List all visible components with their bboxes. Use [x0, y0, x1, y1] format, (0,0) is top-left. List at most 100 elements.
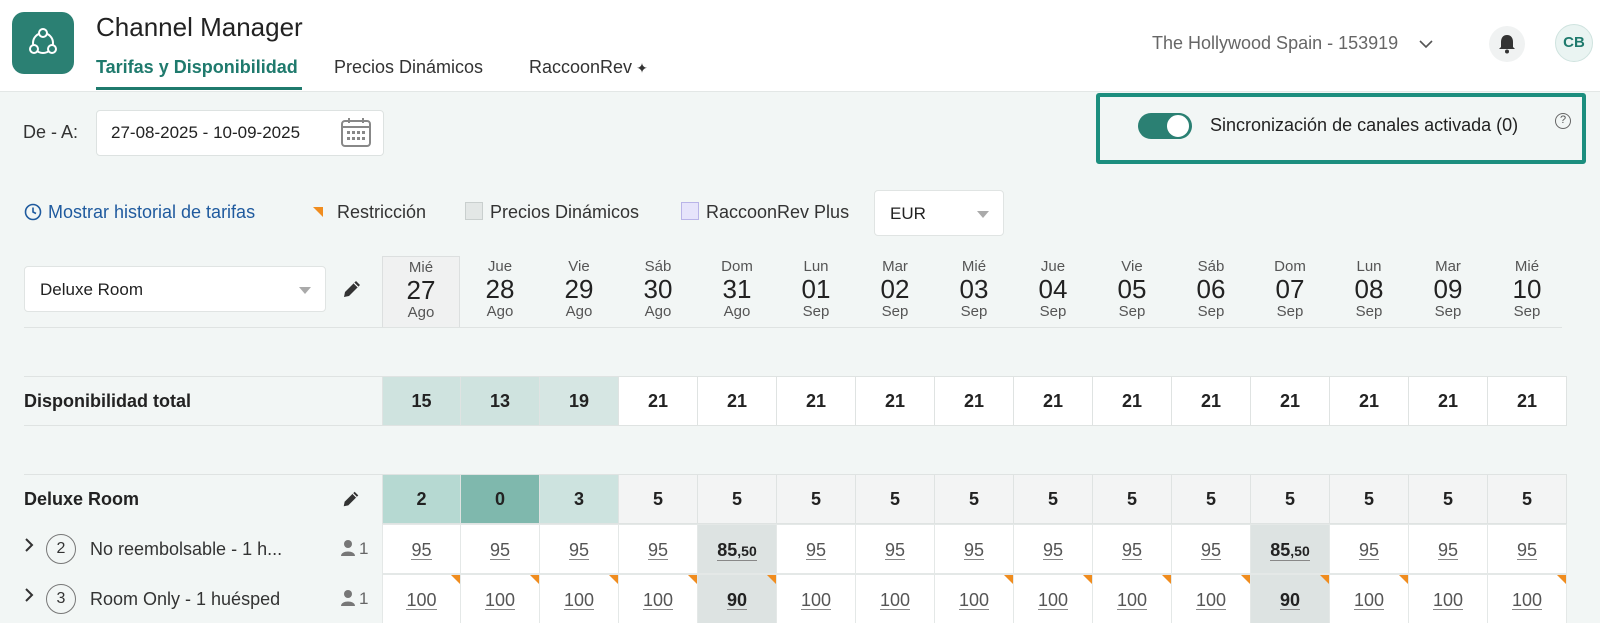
divider	[24, 474, 382, 475]
room-availability-cell[interactable]: 5	[698, 474, 777, 524]
restriction-marker-icon	[313, 207, 323, 217]
day-of-week: Mié	[961, 258, 987, 275]
month-abbr: Sep	[1276, 303, 1304, 320]
rate-price-cell[interactable]: 85,50	[698, 524, 777, 574]
day-of-week: Jue	[1040, 258, 1066, 275]
rate-price-cell[interactable]: 95	[777, 524, 856, 574]
room-type-select[interactable]: Deluxe Room	[24, 266, 326, 312]
tab-tarifas[interactable]: Tarifas y Disponibilidad	[96, 57, 298, 78]
room-availability-cell[interactable]: 5	[1409, 474, 1488, 524]
room-availability-cell[interactable]: 5	[1330, 474, 1409, 524]
restriction-marker-icon	[1004, 575, 1013, 584]
month-abbr: Sep	[881, 303, 909, 320]
tab-raccoonrev-label: RaccoonRev	[529, 57, 633, 77]
availability-cell[interactable]: 21	[1251, 376, 1330, 426]
rate-price-cell[interactable]: 95	[619, 524, 698, 574]
rate-price-cell[interactable]: 100	[856, 574, 935, 623]
rate-price-cell[interactable]: 100	[461, 574, 540, 623]
rate-price-cell[interactable]: 100	[1330, 574, 1409, 623]
room-availability-cell[interactable]: 5	[935, 474, 1014, 524]
day-number: 07	[1275, 274, 1305, 304]
availability-cell[interactable]: 21	[698, 376, 777, 426]
rate-plan-label[interactable]: Room Only - 1 huésped	[90, 589, 280, 610]
help-icon[interactable]: ?	[1555, 113, 1571, 129]
availability-cell[interactable]: 21	[1488, 376, 1567, 426]
user-avatar[interactable]: CB	[1555, 24, 1593, 62]
rate-price-cell[interactable]: 100	[777, 574, 856, 623]
rate-price-cell[interactable]: 100	[1093, 574, 1172, 623]
availability-cell[interactable]: 21	[1172, 376, 1251, 426]
edit-room-button[interactable]	[341, 278, 363, 305]
availability-cell[interactable]: 21	[1409, 376, 1488, 426]
rate-price-cell[interactable]: 85,50	[1251, 524, 1330, 574]
room-availability-cell[interactable]: 5	[1093, 474, 1172, 524]
rate-price-cell[interactable]: 100	[935, 574, 1014, 623]
room-availability-cell[interactable]: 3	[540, 474, 619, 524]
day-number: 29	[564, 274, 594, 304]
room-availability-cell[interactable]: 5	[1488, 474, 1567, 524]
room-availability-cell[interactable]: 5	[856, 474, 935, 524]
rate-price-cell[interactable]: 95	[1488, 524, 1567, 574]
rate-price-cell[interactable]: 95	[1093, 524, 1172, 574]
calendar-icon[interactable]	[340, 116, 372, 153]
rate-price-cell[interactable]: 100	[1409, 574, 1488, 623]
room-availability-cell[interactable]: 5	[1014, 474, 1093, 524]
day-number: 08	[1354, 274, 1384, 304]
total-availability-label: Disponibilidad total	[24, 391, 191, 411]
availability-cell[interactable]: 21	[777, 376, 856, 426]
rate-price-cell[interactable]: 95	[935, 524, 1014, 574]
expand-chevron-icon[interactable]	[24, 588, 34, 607]
rate-price-cell[interactable]: 90	[1251, 574, 1330, 623]
rate-price-cell[interactable]: 90	[698, 574, 777, 623]
rate-price-cell[interactable]: 95	[382, 524, 461, 574]
channel-sync-toggle[interactable]	[1138, 113, 1192, 139]
room-availability-cell[interactable]: 5	[619, 474, 698, 524]
day-of-week: Dom	[721, 258, 753, 275]
tab-raccoonrev[interactable]: RaccoonRev ✦	[529, 57, 648, 78]
currency-select[interactable]: EUR	[874, 190, 1004, 236]
rate-price-cell[interactable]: 95	[1330, 524, 1409, 574]
rate-price-cell[interactable]: 95	[856, 524, 935, 574]
date-column-header: Mié 03 Sep	[935, 256, 1013, 328]
rate-price-cell[interactable]: 95	[461, 524, 540, 574]
rate-price-cell[interactable]: 100	[540, 574, 619, 623]
rate-plan-label[interactable]: No reembolsable - 1 h...	[90, 539, 282, 560]
rate-price-cell[interactable]: 95	[1172, 524, 1251, 574]
availability-cell[interactable]: 15	[382, 376, 461, 426]
rate-price-cell[interactable]: 100	[1014, 574, 1093, 623]
rate-price-cell[interactable]: 100	[619, 574, 698, 623]
sparkle-icon: ✦	[636, 60, 648, 76]
availability-cell[interactable]: 13	[461, 376, 540, 426]
rate-price-value: 100	[1353, 590, 1385, 610]
availability-cell[interactable]: 21	[856, 376, 935, 426]
rate-price-cell[interactable]: 100	[382, 574, 461, 623]
availability-cell[interactable]: 21	[619, 376, 698, 426]
availability-cell[interactable]: 21	[1330, 376, 1409, 426]
availability-cell[interactable]: 21	[1093, 376, 1172, 426]
day-number: 06	[1196, 274, 1226, 304]
legend-raccoon-swatch	[681, 202, 699, 220]
rate-price-cell[interactable]: 95	[1014, 524, 1093, 574]
toggle-knob	[1165, 113, 1191, 139]
rate-price-value: 100	[484, 590, 516, 610]
rate-price-cell[interactable]: 100	[1488, 574, 1567, 623]
room-availability-cell[interactable]: 5	[777, 474, 856, 524]
app-logo[interactable]	[12, 12, 74, 74]
rate-price-cell[interactable]: 95	[1409, 524, 1488, 574]
show-rate-history-link[interactable]: Mostrar historial de tarifas	[24, 202, 255, 223]
availability-cell[interactable]: 21	[1014, 376, 1093, 426]
rate-price-cell[interactable]: 100	[1172, 574, 1251, 623]
expand-chevron-icon[interactable]	[24, 538, 34, 557]
tab-precios-dinamicos[interactable]: Precios Dinámicos	[334, 57, 483, 78]
rate-price-cell[interactable]: 95	[540, 524, 619, 574]
property-selector[interactable]: The Hollywood Spain - 153919	[1152, 33, 1433, 54]
room-availability-cell[interactable]: 2	[382, 474, 461, 524]
notifications-button[interactable]	[1489, 26, 1525, 62]
room-availability-cell[interactable]: 5	[1251, 474, 1330, 524]
edit-room-row-button[interactable]	[341, 489, 361, 514]
room-availability-cell[interactable]: 0	[461, 474, 540, 524]
availability-cell[interactable]: 21	[935, 376, 1014, 426]
property-name: The Hollywood Spain - 153919	[1152, 33, 1399, 53]
room-availability-cell[interactable]: 5	[1172, 474, 1251, 524]
availability-cell[interactable]: 19	[540, 376, 619, 426]
